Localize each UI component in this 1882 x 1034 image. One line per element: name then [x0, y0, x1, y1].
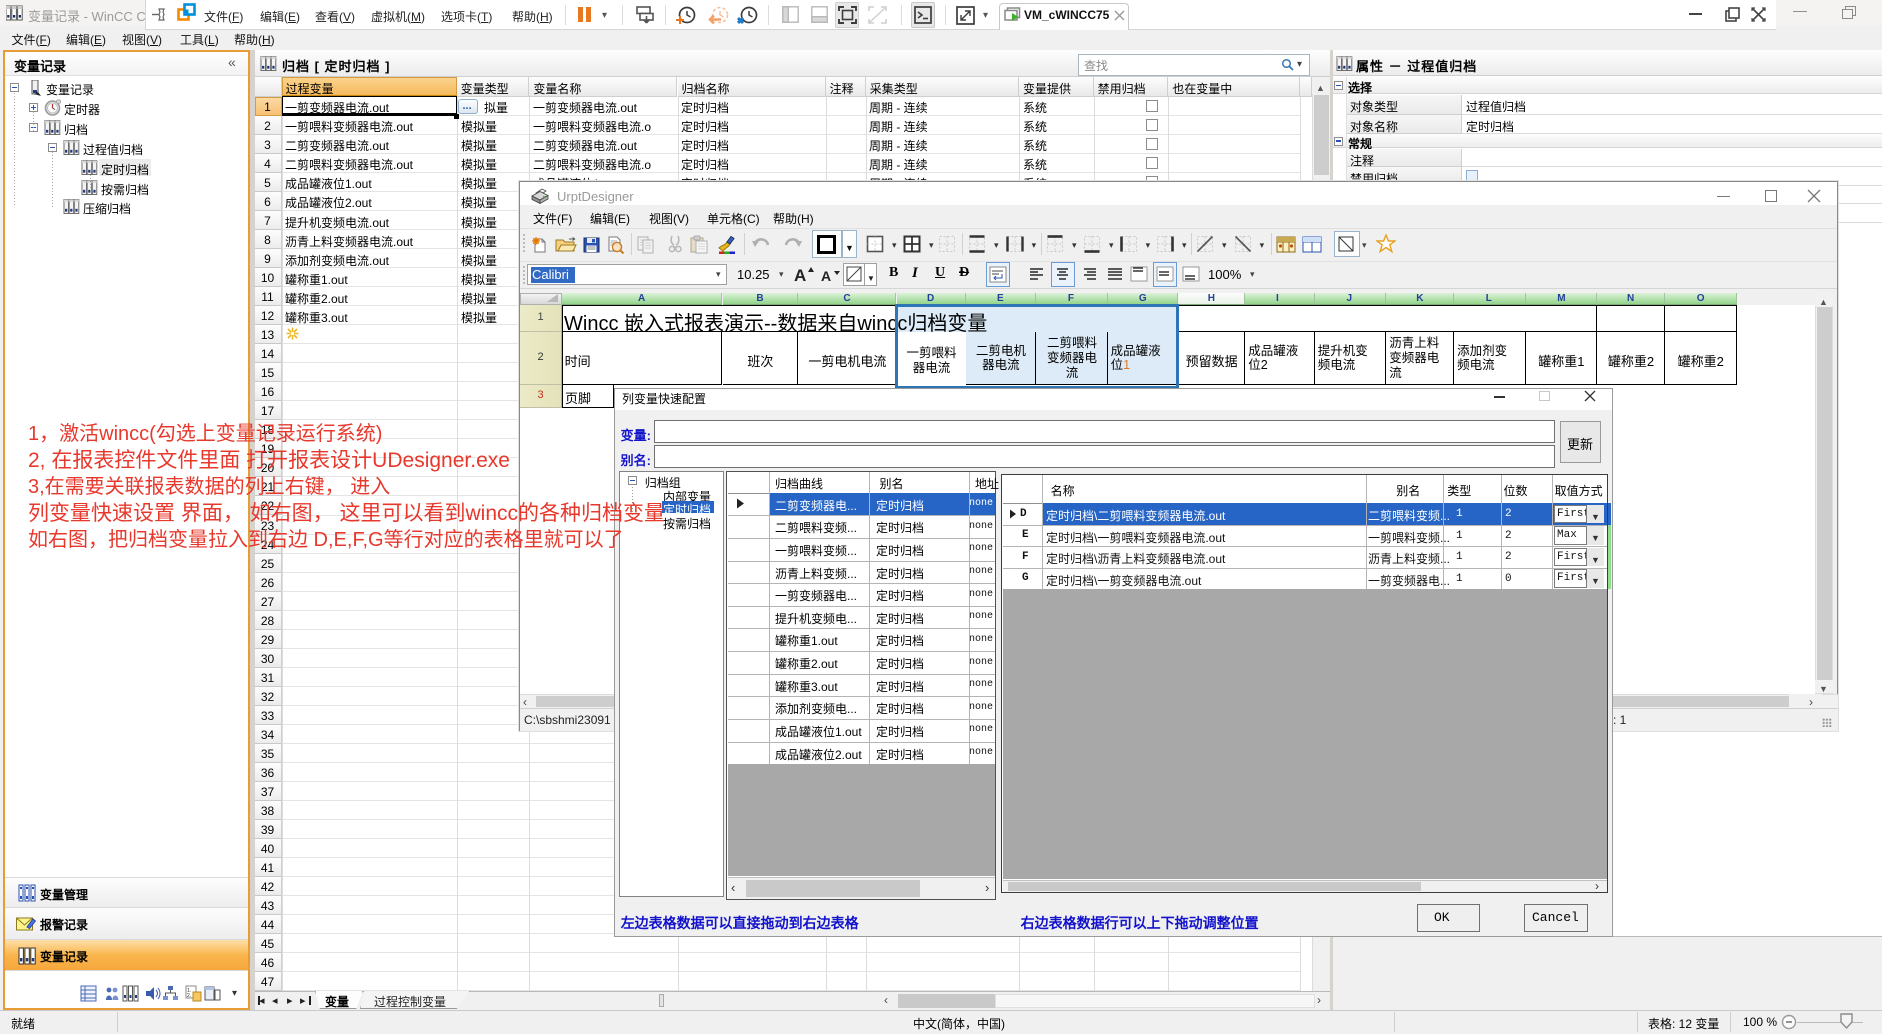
svg-text:A: A: [821, 268, 831, 284]
svg-text:2.: 2.: [187, 993, 191, 999]
svg-text:A: A: [794, 266, 806, 285]
